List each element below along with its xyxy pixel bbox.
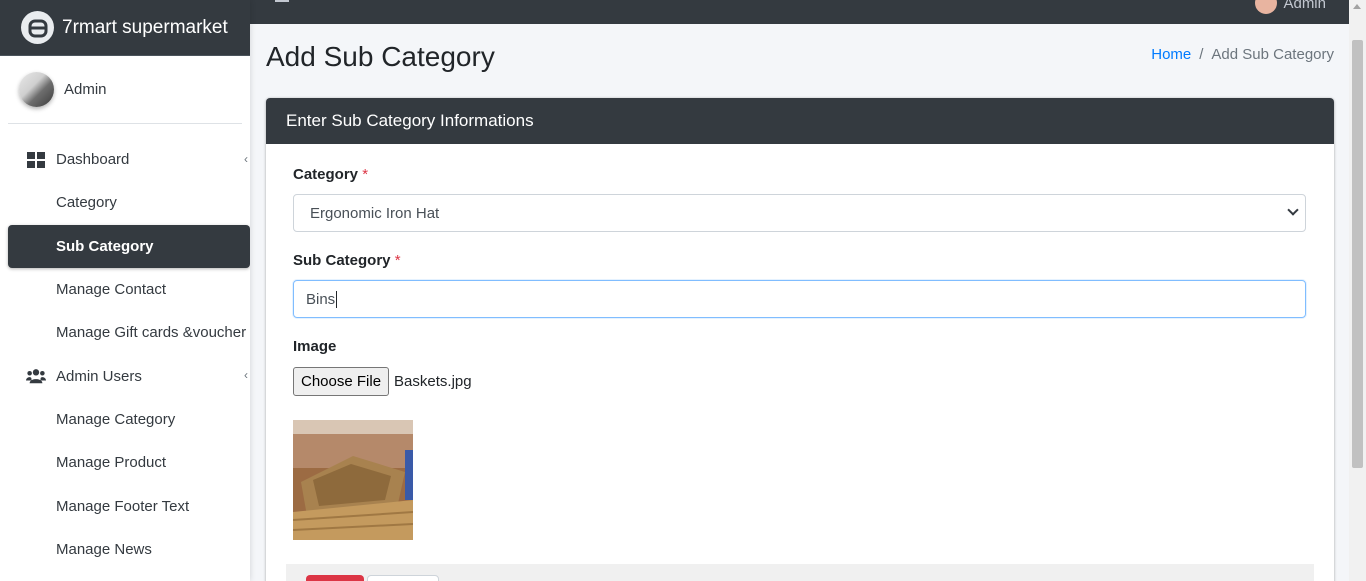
hamburger-menu-icon[interactable] — [275, 0, 289, 2]
choose-file-button[interactable]: Choose File — [293, 367, 390, 396]
category-select-value: Ergonomic Iron Hat — [310, 204, 440, 222]
page-scrollbar[interactable] — [1349, 0, 1366, 581]
breadcrumb-separator: / — [1199, 46, 1204, 63]
dashboard-icon — [26, 150, 46, 170]
sidebar-item-label: Manage Product — [56, 454, 167, 472]
sidebar-item-manage-product[interactable]: Manage Product — [8, 441, 250, 484]
sub-category-input-value: Bins — [306, 290, 336, 308]
sub-category-form-card: Enter Sub Category Informations Category… — [266, 98, 1334, 581]
scroll-thumb[interactable] — [1352, 40, 1363, 468]
sidebar-item-label: Sub Category — [56, 237, 154, 255]
file-name: Baskets.jpg — [394, 373, 472, 390]
user-name: Admin — [64, 81, 107, 98]
text-caret — [336, 290, 338, 308]
image-label: Image — [293, 338, 337, 355]
sidebar-item-manage-gift-cards[interactable]: Manage Gift cards &voucher — [8, 311, 250, 354]
sidebar-item-category[interactable]: Category — [8, 181, 250, 224]
scroll-up-icon[interactable] — [1353, 4, 1361, 9]
sidebar-nav: Dashboard ‹ Category Sub Category Manage… — [0, 124, 250, 571]
required-marker: * — [394, 252, 401, 269]
sidebar-item-manage-category[interactable]: Manage Category — [8, 398, 250, 441]
basket-image-icon — [293, 420, 413, 540]
sidebar-item-label: Manage Category — [56, 410, 176, 428]
image-file-input[interactable]: Choose File Baskets.jpg — [293, 367, 472, 396]
sidebar-item-label: Category — [56, 194, 117, 212]
sidebar-item-dashboard[interactable]: Dashboard ‹ — [8, 138, 250, 181]
page-title: Add Sub Category — [266, 41, 495, 72]
sidebar-item-label: Admin Users — [56, 367, 142, 385]
sidebar-item-admin-users[interactable]: Admin Users ‹ — [8, 354, 250, 397]
required-marker: * — [362, 166, 369, 183]
top-user-menu[interactable]: Admin — [1255, 0, 1326, 14]
sidebar-item-label: Manage Contact — [56, 281, 167, 299]
sub-category-input[interactable]: Bins — [293, 280, 1306, 318]
top-user-name: Admin — [1283, 0, 1326, 12]
image-preview — [293, 420, 413, 540]
sidebar-item-manage-news[interactable]: Manage News — [8, 528, 250, 571]
breadcrumb-current: Add Sub Category — [1211, 46, 1334, 63]
top-navbar: Admin — [250, 0, 1366, 24]
category-label: Category * — [293, 166, 368, 183]
sub-category-label-text: Sub Category — [293, 252, 391, 269]
brand-link[interactable]: 7rmart supermarket — [0, 0, 250, 56]
category-select[interactable]: Ergonomic Iron Hat — [293, 194, 1306, 232]
chevron-down-icon — [1287, 204, 1299, 216]
sidebar-item-manage-contact[interactable]: Manage Contact — [8, 268, 250, 311]
users-icon — [26, 366, 46, 386]
sidebar: 7rmart supermarket Admin Dashboard ‹ Cat… — [0, 0, 250, 581]
breadcrumb-home-link[interactable]: Home — [1151, 46, 1191, 63]
chevron-left-icon: ‹ — [244, 152, 248, 166]
category-label-text: Category — [293, 166, 359, 183]
card-header: Enter Sub Category Informations — [266, 98, 1334, 144]
sidebar-item-sub-category[interactable]: Sub Category — [8, 224, 250, 268]
chevron-left-icon: ‹ — [244, 368, 248, 383]
reset-button[interactable] — [367, 575, 439, 581]
sidebar-item-label: Manage Gift cards &voucher — [56, 324, 247, 342]
avatar — [19, 72, 54, 107]
sub-category-label: Sub Category * — [293, 252, 401, 269]
save-button[interactable] — [306, 575, 364, 581]
user-panel[interactable]: Admin — [8, 56, 242, 124]
sidebar-item-label: Manage News — [56, 540, 152, 558]
brand-logo-icon — [21, 11, 54, 44]
breadcrumb: Home / Add Sub Category — [1151, 46, 1334, 63]
sidebar-item-label: Dashboard — [56, 151, 130, 169]
sidebar-item-label: Manage Footer Text — [56, 497, 190, 515]
brand-name: 7rmart supermarket — [62, 16, 228, 38]
top-avatar — [1255, 0, 1278, 14]
card-footer — [286, 564, 1314, 581]
sidebar-item-manage-footer-text[interactable]: Manage Footer Text — [8, 484, 250, 527]
